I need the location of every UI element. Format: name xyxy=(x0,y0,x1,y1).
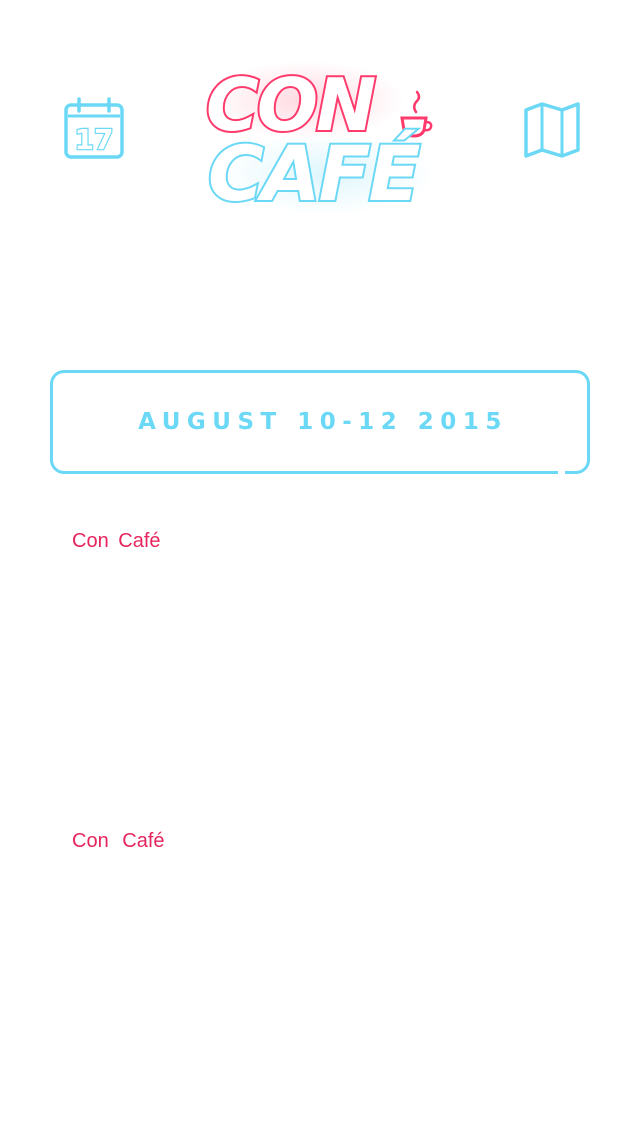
event-title[interactable]: Con Café xyxy=(72,830,165,853)
logo-line-cafe: CAFÉ xyxy=(208,129,420,218)
app-header: 17 CON CAFÉ xyxy=(0,0,640,260)
event-title[interactable]: Con Café xyxy=(72,530,161,553)
calendar-icon: 17 xyxy=(64,97,124,159)
banner-notch xyxy=(558,469,565,476)
con-cafe-logo: CON CAFÉ xyxy=(196,52,446,220)
calendar-button[interactable]: 17 xyxy=(60,96,128,162)
map-icon xyxy=(524,102,580,158)
event-dates-banner[interactable]: AUGUST 10-12 2015 xyxy=(50,370,590,476)
event-dates-text: AUGUST 10-12 2015 xyxy=(138,409,508,435)
map-button[interactable] xyxy=(520,100,584,160)
calendar-day-label: 17 xyxy=(75,123,114,156)
